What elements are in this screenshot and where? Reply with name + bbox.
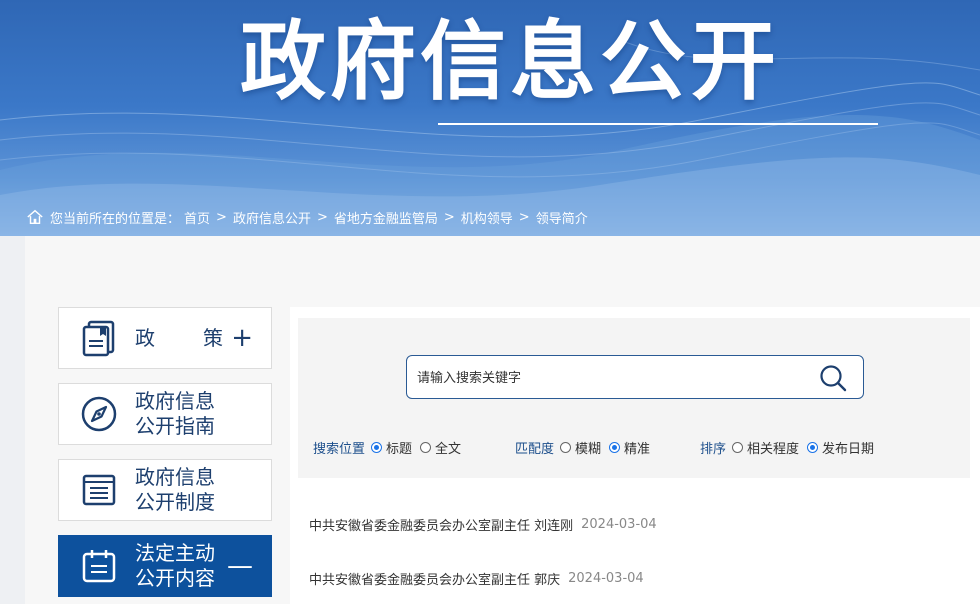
home-icon [27, 209, 43, 225]
breadcrumb: 您当前所在的位置是： 首页 > 政府信息公开 > 省地方金融监管局 > 机构领导… [26, 206, 588, 228]
banner-underline [438, 123, 878, 125]
option-relevance[interactable]: 相关程度 [732, 438, 799, 457]
radio-unselected[interactable] [420, 441, 432, 453]
breadcrumb-leaders[interactable]: 机构领导 [461, 208, 513, 227]
breadcrumb-separator: > [518, 209, 530, 225]
search-position-label: 搜索位置 [313, 441, 366, 457]
option-title[interactable]: 标题 [371, 438, 412, 457]
sidebar-item-label: 政策 [135, 325, 223, 350]
page-banner: 政府信息公开 [0, 0, 980, 236]
result-date: 2024-03-04 [568, 570, 644, 586]
sidebar-item-label: 政府信息 公开制度 [135, 465, 215, 514]
search-input[interactable] [417, 366, 807, 390]
breadcrumb-separator: > [443, 209, 455, 225]
result-title[interactable]: 中共安徽省委金融委员会办公室副主任 郭庆 [309, 569, 560, 588]
breadcrumb-separator: > [216, 209, 227, 225]
radio-selected[interactable] [371, 441, 383, 453]
radio-selected[interactable] [807, 441, 819, 453]
option-exact[interactable]: 精准 [609, 438, 650, 457]
banner-title: 政府信息公开 [240, 12, 780, 112]
radio-unselected[interactable] [732, 441, 744, 453]
search-icon[interactable] [817, 362, 849, 394]
document-stack-icon [79, 318, 119, 358]
sidebar-item-label: 政府信息 公开指南 [135, 389, 215, 438]
radio-unselected[interactable] [560, 441, 572, 453]
sidebar-item-statutory[interactable]: 法定主动 公开内容 — [58, 535, 272, 597]
breadcrumb-home[interactable]: 首页 [184, 208, 210, 227]
breadcrumb-separator: > [316, 209, 328, 225]
option-fulltext[interactable]: 全文 [420, 438, 461, 457]
search-box [406, 355, 864, 399]
match-options: 匹配度 模糊 精准 [515, 437, 658, 457]
sidebar-item-guide[interactable]: 政府信息 公开指南 [58, 383, 272, 445]
list-item[interactable]: 中共安徽省委金融委员会办公室副主任 刘连刚 2024-03-04 [309, 514, 657, 534]
radio-selected[interactable] [609, 441, 621, 453]
option-fuzzy[interactable]: 模糊 [560, 438, 601, 457]
result-date: 2024-03-04 [581, 516, 657, 532]
breadcrumb-bureau[interactable]: 省地方金融监管局 [334, 208, 438, 227]
search-position-options: 搜索位置 标题 全文 [313, 437, 469, 457]
result-title[interactable]: 中共安徽省委金融委员会办公室副主任 刘连刚 [309, 515, 573, 534]
option-date[interactable]: 发布日期 [807, 438, 874, 457]
match-label: 匹配度 [515, 441, 555, 457]
breadcrumb-prefix: 您当前所在的位置是： [50, 211, 181, 227]
breadcrumb-gov-info[interactable]: 政府信息公开 [233, 208, 311, 227]
breadcrumb-current[interactable]: 领导简介 [536, 208, 588, 227]
calendar-list-icon [79, 546, 119, 586]
sidebar-item-system[interactable]: 政府信息 公开制度 [58, 459, 272, 521]
sidebar-item-policy[interactable]: 政策 + [58, 307, 272, 369]
compass-icon [79, 394, 119, 434]
collapse-icon[interactable]: — [227, 553, 253, 579]
list-document-icon [79, 470, 119, 510]
sort-options: 排序 相关程度 发布日期 [700, 437, 882, 457]
sort-label: 排序 [700, 441, 727, 457]
expand-icon[interactable]: + [231, 325, 253, 351]
list-item[interactable]: 中共安徽省委金融委员会办公室副主任 郭庆 2024-03-04 [309, 568, 644, 588]
sidebar-item-label: 法定主动 公开内容 [135, 541, 215, 590]
